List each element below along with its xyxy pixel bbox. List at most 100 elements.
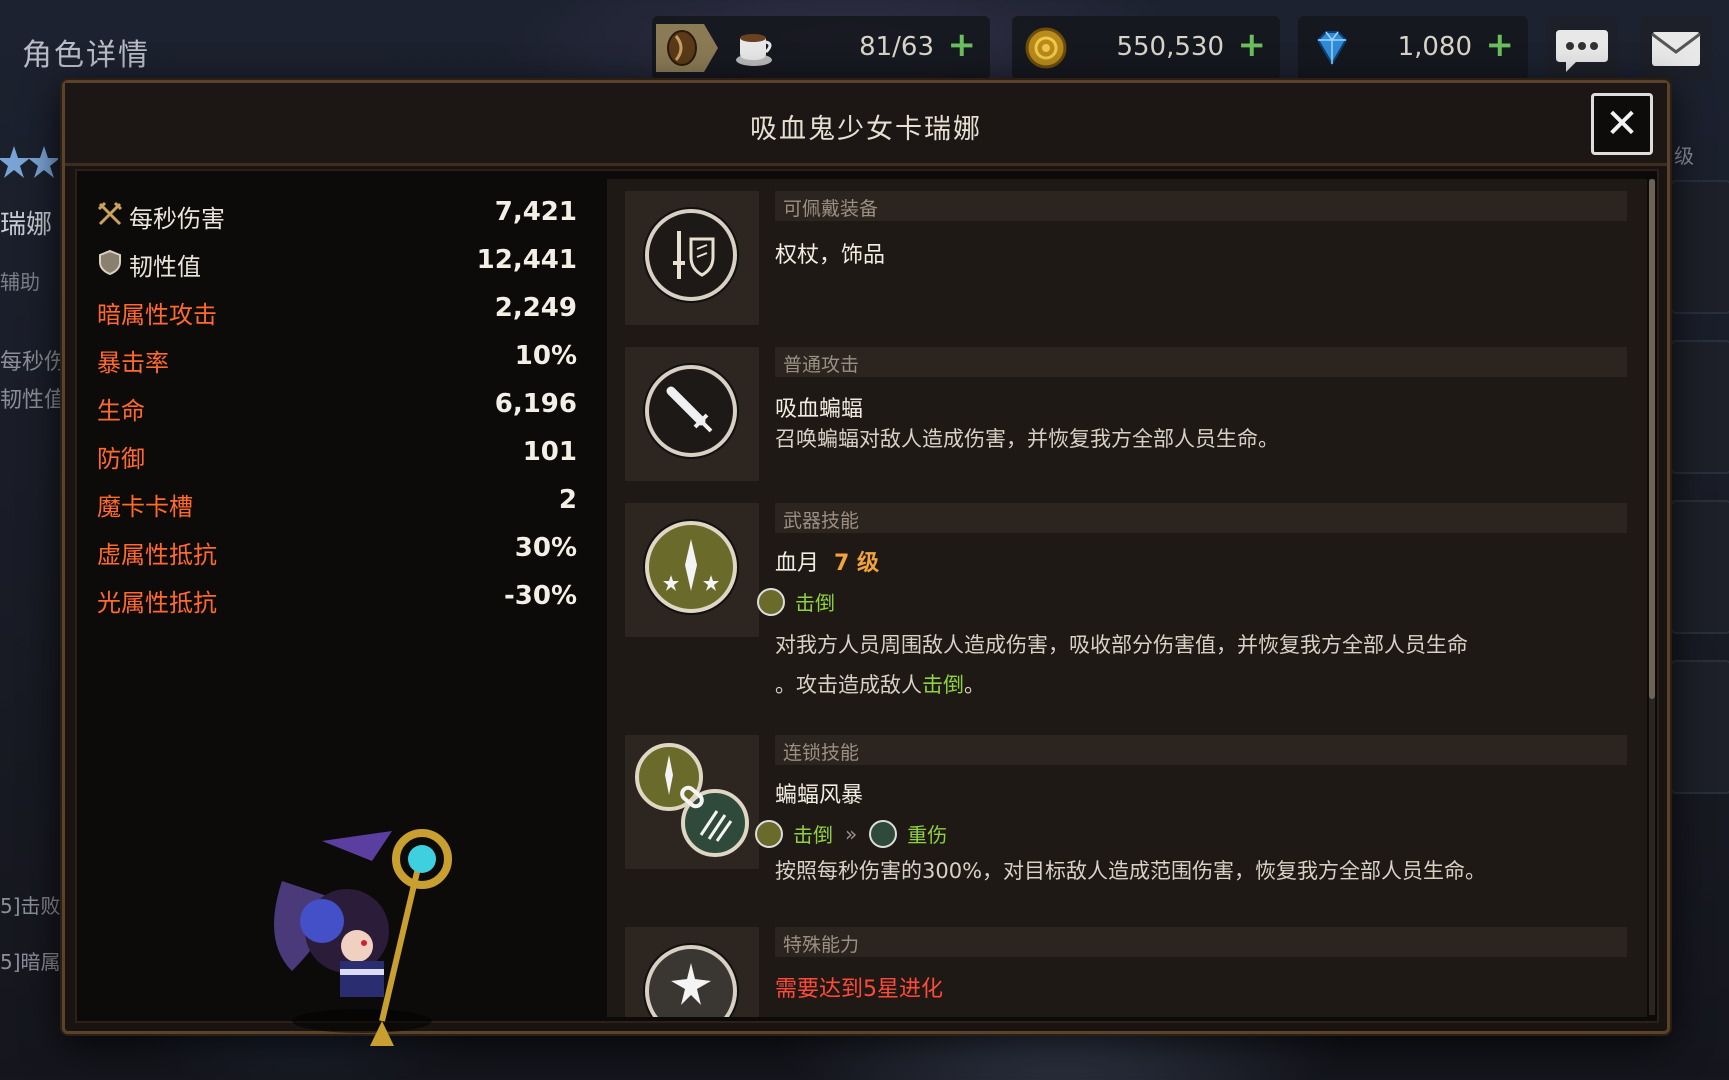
bg-role-partial: 辅助: [0, 270, 40, 294]
weapon-skill-title: 血月 7 级: [775, 545, 879, 577]
equipment-icon-box: [625, 191, 759, 325]
star-burst-icon: [645, 521, 737, 613]
bg-level-partial: 级: [1674, 144, 1694, 168]
stat-row-dps: 每秒伤害 7,421: [97, 191, 577, 239]
chain-skill-name: 蝙蝠风暴: [775, 783, 864, 808]
scrollbar-thumb[interactable]: [1649, 179, 1655, 699]
team-slot: [1670, 180, 1729, 314]
stat-row-toughness: 韧性值 12,441: [97, 239, 577, 287]
stars-icon: [645, 945, 737, 1017]
weapon-skill-name: 血月: [775, 551, 820, 576]
tag-label: 击倒: [795, 591, 835, 615]
knockdown-icon: [755, 819, 783, 848]
stat-label: 虚属性抵抗: [97, 541, 217, 569]
section-header-label: 特殊能力: [783, 934, 860, 956]
tag-label: 击倒: [793, 823, 833, 847]
desc-text: 。: [964, 673, 985, 697]
stat-row-light-resist: 光属性抵抗 -30%: [97, 575, 577, 623]
stat-label: 魔卡卡槽: [97, 493, 193, 521]
stat-value: 101: [522, 437, 577, 467]
star-rating-icon: [0, 146, 58, 178]
team-slot: [1670, 500, 1729, 634]
stat-label: 光属性抵抗: [97, 589, 217, 617]
heavy-wound-icon: [869, 819, 898, 848]
crossed-swords-icon: [97, 201, 123, 226]
section-header-label: 连锁技能: [783, 742, 860, 764]
chain-skill-section: 连锁技能 蝙蝠风暴 击倒 » 重伤 按照每秒伤害的300%，对目标敌人造成范围伤…: [625, 735, 1627, 883]
background-character-panel: 瑞娜 辅助 每秒伤 韧性值 5]击败 5]暗属: [0, 120, 66, 1020]
basic-attack-header: 普通攻击: [775, 347, 1627, 377]
stat-value: 30%: [514, 533, 577, 563]
close-button[interactable]: ✕: [1591, 93, 1653, 155]
chat-bubble-icon: [1556, 30, 1608, 72]
knockdown-icon: [757, 587, 785, 616]
chain-skill-header: 连锁技能: [775, 735, 1627, 765]
desc-line: 对我方人员周围敌人造成伤害，吸收部分伤害值，并恢复我方全部人员生命: [775, 633, 1468, 657]
stat-row-hp: 生命 6,196: [97, 383, 577, 431]
chain-link-icon: [635, 743, 749, 857]
stat-value: 12,441: [476, 245, 577, 275]
basic-attack-section: 普通攻击 吸血蝙蝠 召唤蝙蝠对敌人造成伤害，并恢复我方全部人员生命。: [625, 347, 1627, 481]
weapon-skill-level: 7 级: [834, 551, 879, 576]
bean-tab-icon: [656, 24, 718, 72]
section-header-label: 武器技能: [783, 510, 860, 532]
stamina-counter[interactable]: 81/63 +: [652, 16, 990, 80]
add-gem-button[interactable]: +: [1486, 28, 1515, 62]
add-gold-button[interactable]: +: [1238, 28, 1267, 62]
weapon-skill-icon-box: [625, 503, 759, 637]
chain-tags: 击倒 » 重伤: [755, 819, 947, 848]
bg-note2: 5]暗属: [0, 950, 61, 974]
bg-stat1-partial: 每秒伤: [0, 350, 67, 375]
special-header: 特殊能力: [775, 927, 1627, 957]
stats-list: 每秒伤害 7,421 韧性值 12,441 暗属性攻击 2,249 暴击率 10…: [97, 191, 577, 623]
stat-row-card-slots: 魔卡卡槽 2: [97, 479, 577, 527]
equipment-types: 权杖，饰品: [775, 243, 886, 268]
mail-button[interactable]: [1640, 16, 1712, 80]
close-icon: ✕: [1605, 101, 1639, 147]
stat-row-defense: 防御 101: [97, 431, 577, 479]
desc-highlight: 击倒: [922, 673, 964, 697]
diamond-icon: [1316, 31, 1348, 66]
chain-skill-icon-box: [625, 735, 759, 869]
chat-button[interactable]: [1546, 16, 1618, 80]
gold-value: 550,530: [1116, 32, 1224, 62]
modal-body: 每秒伤害 7,421 韧性值 12,441 暗属性攻击 2,249 暴击率 10…: [75, 169, 1659, 1046]
weapon-skill-desc: 对我方人员周围敌人造成伤害，吸收部分伤害值，并恢复我方全部人员生命 。攻击造成敌…: [775, 625, 1625, 705]
gem-counter[interactable]: 1,080 +: [1298, 16, 1528, 80]
character-sprite: [274, 829, 452, 1046]
stat-value: -30%: [503, 581, 577, 611]
team-slot: [1670, 340, 1729, 474]
stamina-value: 81/63: [859, 32, 934, 62]
equipment-header: 可佩戴装备: [775, 191, 1627, 221]
page-title: 角色详情: [22, 38, 150, 73]
stat-label: 生命: [97, 397, 145, 425]
gem-value: 1,080: [1397, 32, 1472, 62]
section-header-label: 普通攻击: [783, 354, 860, 376]
background-team-list: 级: [1660, 144, 1729, 960]
bg-name-partial: 瑞娜: [0, 210, 53, 240]
weapon-skill-header: 武器技能: [775, 503, 1627, 533]
gold-counter[interactable]: 550,530 +: [1012, 16, 1280, 80]
chain-skill-desc: 按照每秒伤害的300%，对目标敌人造成范围伤害，恢复我方全部人员生命。: [775, 859, 1487, 883]
chain-arrow-icon: »: [845, 821, 858, 846]
equipment-section: 可佩戴装备 权杖，饰品: [625, 191, 1627, 325]
sword-icon: [645, 365, 737, 457]
character-detail-modal: 吸血鬼少女卡瑞娜 ✕ 每秒伤害 7,421 韧性值 12,441 暗属性攻击 2…: [62, 80, 1670, 1046]
stat-value: 7,421: [494, 197, 577, 227]
skill-detail-panel[interactable]: 可佩戴装备 权杖，饰品 普通攻击 吸血蝙蝠 召唤蝙蝠对敌人造成伤害，并恢复我方全…: [607, 179, 1647, 1017]
knockdown-tag: 击倒: [757, 587, 835, 616]
desc-text: 。攻击造成敌人: [775, 673, 922, 697]
stat-row-dark-attack: 暗属性攻击 2,249: [97, 287, 577, 335]
special-requirement: 需要达到5星进化: [775, 977, 943, 1002]
gold-coin-icon: [1025, 27, 1067, 69]
detail-scrollbar[interactable]: [1649, 179, 1655, 1015]
special-icon-box: [625, 927, 759, 1017]
modal-header: 吸血鬼少女卡瑞娜 ✕: [65, 83, 1667, 166]
desc-line: 。攻击造成敌人击倒。: [775, 665, 1625, 705]
stat-label: 暗属性攻击: [97, 301, 217, 329]
section-header-label: 可佩戴装备: [783, 198, 879, 220]
stat-value: 10%: [514, 341, 577, 371]
bg-stat2-partial: 韧性值: [0, 388, 67, 413]
special-ability-section: 特殊能力 需要达到5星进化: [625, 927, 1627, 1017]
add-stamina-button[interactable]: +: [948, 28, 977, 62]
